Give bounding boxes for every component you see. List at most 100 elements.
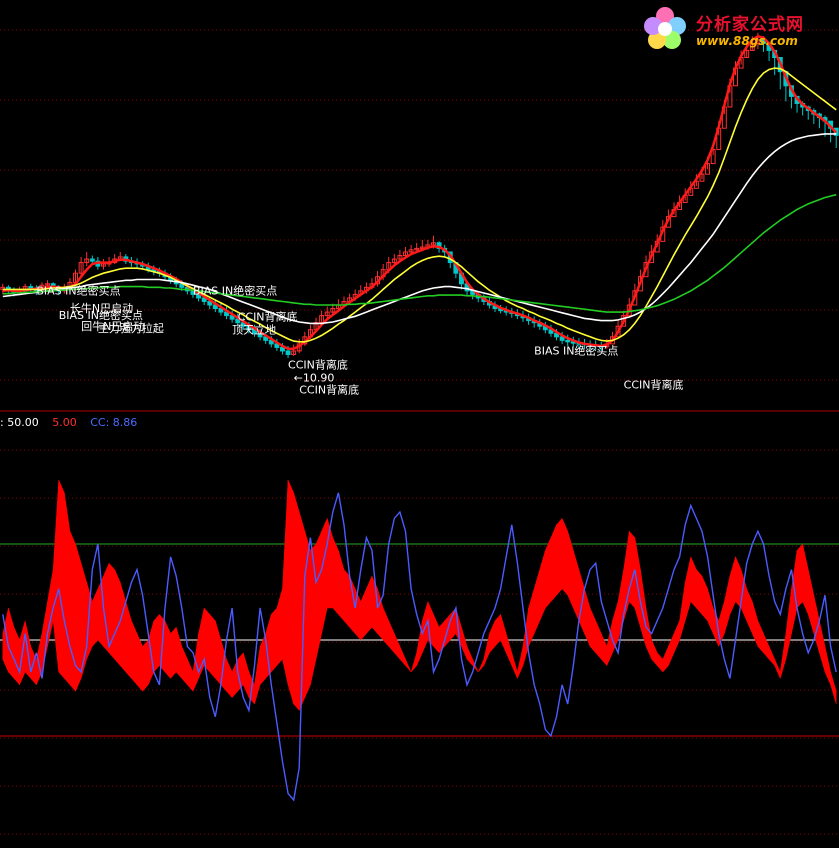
indicator-band [606, 620, 613, 666]
indicator-band [226, 659, 233, 699]
indicator-band [114, 569, 121, 667]
price-annotation: CCIN背离底 [624, 377, 684, 391]
indicator-band [243, 652, 250, 698]
indicator-band [58, 479, 65, 680]
indicator-band [696, 568, 703, 616]
indicator-band [707, 588, 714, 634]
price-annotation: BIAS IN绝密买点 [534, 344, 618, 358]
indicator-band [321, 518, 328, 634]
indicator-band [259, 633, 266, 686]
ma_yellow-line [2, 67, 837, 343]
indicator-band [92, 588, 99, 648]
indicator-band [382, 607, 389, 648]
candle-body [28, 286, 34, 289]
flower-logo-icon [644, 7, 686, 49]
indicator-band [595, 620, 602, 660]
price-annotation: 顶天立地 [232, 322, 276, 336]
indicator-band [589, 607, 596, 654]
indicator-band [584, 588, 591, 647]
indicator-band [181, 646, 188, 686]
indicator-band [8, 607, 15, 680]
indicator-band [629, 530, 636, 609]
logo-url: www.88gs.com [696, 34, 798, 48]
indicator-band [494, 613, 501, 648]
indicator-band [573, 550, 580, 621]
indicator-band [684, 556, 692, 621]
indicator-band [282, 479, 289, 685]
indicator-band [533, 569, 541, 634]
candle-body [89, 258, 95, 262]
indicator-band [807, 569, 815, 634]
indicator-band [64, 492, 71, 686]
indicator-band [287, 479, 294, 705]
candle-body [285, 350, 291, 356]
indicator-band [97, 575, 104, 648]
indicator-band [668, 633, 675, 666]
indicator-band [394, 633, 401, 660]
indicator-band [30, 646, 37, 686]
indicator-band [120, 582, 127, 673]
indicator-band [13, 627, 20, 686]
indicator-band [651, 639, 658, 667]
indicator-band [561, 518, 568, 596]
indicator-band [136, 633, 143, 692]
site-logo[interactable]: 分析家公式网 www.88gs.com [640, 4, 839, 54]
indicator-band [673, 620, 680, 653]
indicator-band [500, 614, 507, 653]
legend-value-1: : 50.00 [0, 416, 39, 429]
price-chart: BIAS IN绝密买点长牛N巴启动BIAS IN绝密买点回牛N巴启动主力强力拉起… [0, 29, 839, 412]
indicator-band [125, 601, 132, 680]
indicator-band [763, 633, 770, 660]
indicator-band [528, 588, 535, 647]
ma_green-line [2, 193, 837, 313]
indicator-band [170, 626, 177, 680]
indicator-band [757, 620, 764, 654]
indicator-band [556, 517, 563, 596]
indicator-band [388, 620, 395, 654]
indicator-band [746, 588, 753, 634]
indicator-band [153, 613, 160, 673]
indicator-band [175, 627, 183, 680]
indicator-band [142, 639, 149, 692]
indicator-band [623, 531, 630, 621]
indicator-band [505, 633, 513, 666]
indicator-band [785, 588, 792, 660]
indicator-chart [0, 449, 839, 835]
indicator-band [768, 646, 775, 667]
indicator-band [338, 550, 345, 622]
indicator-band [545, 537, 552, 609]
indicator-band [276, 588, 283, 667]
indicator-band [819, 620, 826, 673]
indicator-band [405, 659, 412, 673]
indicator-band [550, 524, 557, 603]
indicator-band [511, 652, 518, 679]
indicator-band [724, 575, 731, 634]
indicator-band [293, 492, 300, 712]
indicator-band [52, 479, 59, 673]
price-annotation: 主力强力拉起 [98, 321, 164, 335]
price-annotation: BIAS IN绝密买点 [193, 283, 277, 297]
indicator-band [802, 543, 809, 615]
indicator-band [187, 659, 194, 692]
indicator-band [690, 556, 697, 609]
indicator-band [824, 646, 831, 685]
price-annotation: CCIN背离底 [238, 310, 298, 324]
indicator-band [662, 646, 669, 673]
indicator-band [86, 582, 93, 660]
indicator-band [567, 531, 574, 609]
indicator-band [399, 646, 406, 667]
indicator-band [332, 537, 339, 616]
indicator-band [69, 531, 76, 692]
price-annotation: BIAS IN绝密买点 [36, 283, 120, 297]
indicator-band [539, 550, 546, 621]
indicator-band [774, 659, 781, 679]
price-annotation: CCIN背离底 [299, 382, 359, 396]
indicator-band [354, 588, 362, 641]
indicator-band [656, 652, 664, 673]
indicator-band [47, 569, 54, 647]
indicator-band [198, 607, 205, 679]
indicator-band [796, 543, 803, 609]
indicator-band [410, 652, 417, 673]
indicator-band [729, 556, 736, 615]
indicator-band [679, 582, 686, 641]
